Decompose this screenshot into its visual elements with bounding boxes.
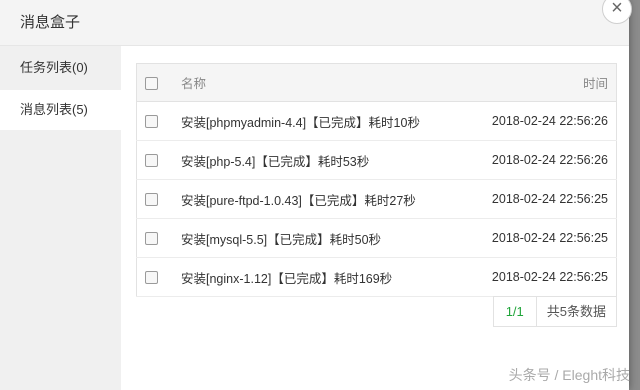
watermark-text: 头条号 / Eleght科技	[508, 367, 630, 383]
message-box-modal: 消息盒子 任务列表(0) 消息列表(5) 名称 时间 安装[phpmyadmin…	[0, 0, 632, 390]
column-header-name: 名称	[180, 63, 467, 102]
message-name: 安装[nginx-1.12]【已完成】耗时169秒	[180, 257, 467, 297]
table-row: 安装[mysql-5.5]【已完成】耗时50秒 2018-02-24 22:56…	[136, 218, 617, 258]
message-time: 2018-02-24 22:56:25	[466, 179, 617, 219]
table-header-row: 名称 时间	[136, 63, 617, 102]
row-checkbox[interactable]	[145, 271, 158, 285]
table-row: 安装[nginx-1.12]【已完成】耗时169秒 2018-02-24 22:…	[136, 257, 617, 297]
pagination-total: 共5条数据	[546, 304, 606, 319]
modal-header: 消息盒子	[0, 0, 629, 46]
pagination-current-page[interactable]: 1/1	[494, 297, 537, 326]
sidebar-item-messages[interactable]: 消息列表(5)	[0, 90, 121, 130]
table-row: 安装[phpmyadmin-4.4]【已完成】耗时10秒 2018-02-24 …	[136, 101, 617, 141]
row-checkbox[interactable]	[145, 232, 158, 246]
message-name: 安装[phpmyadmin-4.4]【已完成】耗时10秒	[180, 101, 467, 141]
message-name: 安装[php-5.4]【已完成】耗时53秒	[180, 140, 467, 180]
modal-sidebar: 任务列表(0) 消息列表(5)	[0, 46, 121, 390]
message-time: 2018-02-24 22:56:26	[466, 140, 617, 180]
message-table: 名称 时间 安装[phpmyadmin-4.4]【已完成】耗时10秒 2018-…	[136, 63, 617, 297]
message-name: 安装[mysql-5.5]【已完成】耗时50秒	[180, 218, 467, 258]
pagination: 1/1 共5条数据	[492, 296, 617, 327]
message-time: 2018-02-24 22:56:25	[466, 218, 617, 258]
message-list-panel: 名称 时间 安装[phpmyadmin-4.4]【已完成】耗时10秒 2018-…	[136, 63, 617, 297]
row-checkbox[interactable]	[145, 193, 158, 207]
column-header-time: 时间	[466, 63, 617, 102]
message-time: 2018-02-24 22:56:25	[466, 257, 617, 297]
row-checkbox[interactable]	[145, 115, 158, 129]
modal-title: 消息盒子	[20, 14, 81, 31]
row-checkbox[interactable]	[145, 154, 158, 168]
message-time: 2018-02-24 22:56:26	[466, 101, 617, 141]
message-name: 安装[pure-ftpd-1.0.43]【已完成】耗时27秒	[180, 179, 467, 219]
table-row: 安装[pure-ftpd-1.0.43]【已完成】耗时27秒 2018-02-2…	[136, 179, 617, 219]
table-row: 安装[php-5.4]【已完成】耗时53秒 2018-02-24 22:56:2…	[136, 140, 617, 180]
sidebar-item-tasks[interactable]: 任务列表(0)	[0, 48, 121, 88]
select-all-checkbox[interactable]	[145, 76, 158, 90]
